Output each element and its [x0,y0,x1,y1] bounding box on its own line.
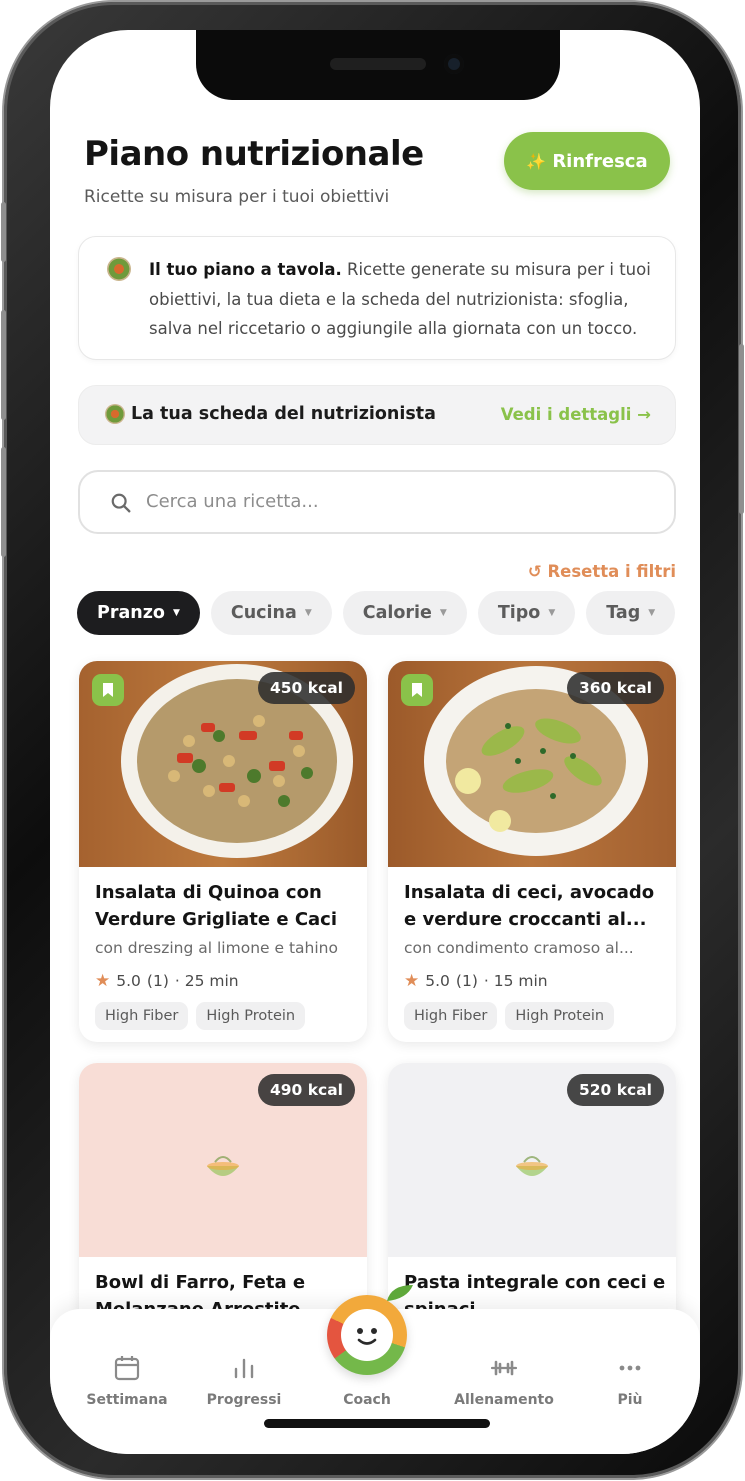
intro-card: Il tuo piano a tavola. Ricette generate … [78,236,676,360]
recipe-image-placeholder: 520 kcal [388,1063,676,1257]
recipe-tags: High Fiber High Protein [95,1002,306,1030]
chip-cucina[interactable]: Cucina ▼ [210,591,332,635]
chevron-down-icon: ▼ [648,608,656,618]
star-icon: ★ [95,971,111,991]
chip-tipo[interactable]: Tipo ▼ [477,591,576,635]
chip-label: Calorie [362,603,432,623]
page-subtitle: Ricette su misura per i tuoi obiettivi [84,187,390,207]
kcal-badge: 360 kcal [566,672,664,704]
tag-badge: High Protein [505,1002,615,1030]
mute-switch [1,202,6,262]
chevron-down-icon: ▼ [304,608,312,618]
intro-bold: Il tuo piano a tavola. [149,260,342,279]
rating-value: 5.0 [425,972,450,990]
prep-time: · 25 min [174,972,239,990]
search-input[interactable] [146,472,646,531]
salad-bowl-icon [105,404,125,424]
bowl-placeholder-icon [207,1156,239,1176]
chevron-down-icon: ▼ [548,608,556,618]
recipe-image-placeholder: 490 kcal [79,1063,367,1257]
volume-down-button [1,447,6,557]
nav-label: Allenamento [454,1392,554,1408]
recipe-subtitle: con condimento cramoso al... [404,939,634,957]
recipe-image: 450 kcal [79,661,367,867]
tag-badge: High Fiber [404,1002,498,1030]
nutritionist-label: La tua scheda del nutrizionista [131,404,436,424]
nav-label: Progressi [206,1392,282,1408]
recipe-image: 360 kcal [388,661,676,867]
reset-filters-label: Resetta i filtri [547,562,676,581]
recipe-title: Insalata di ceci, avocado e verdure croc… [404,882,655,930]
bar-chart-icon [234,1358,254,1379]
prep-time: · 15 min [483,972,548,990]
tag-badge: High Fiber [95,1002,189,1030]
nav-label: Settimana [86,1392,168,1408]
star-icon: ★ [404,971,420,991]
calendar-icon [114,1356,140,1381]
rating-value: 5.0 [116,972,141,990]
volume-up-button [1,310,6,420]
sparkles-icon: ✨ [526,151,547,171]
recipe-card[interactable]: 450 kcal Insalata di Quinoa con Verdure … [79,661,367,1042]
chip-tag[interactable]: Tag ▼ [586,591,676,635]
reset-filters-link[interactable]: ↺ Resetta i filtri [528,562,676,581]
app-screen: Piano nutrizionale Ricette su misura per… [50,30,700,1454]
saved-bookmark-button[interactable] [401,674,433,706]
recipe-meta: ★ 5.0 (1) · 15 min [404,971,548,991]
salad-bowl-icon [107,257,131,281]
speaker-grille [330,58,426,70]
dumbbell-icon [490,1360,518,1376]
recipe-subtitle: con dreszing al limone e tahino [95,939,338,957]
kcal-badge: 450 kcal [257,672,355,704]
chip-pranzo[interactable]: Pranzo ▼ [77,591,200,635]
reset-icon: ↺ [527,562,548,581]
recipe-card[interactable]: 360 kcal Insalata di ceci, avocado e ver… [388,661,676,1042]
refresh-button[interactable]: ✨ Rinfresca [504,132,670,190]
coach-avatar-icon [327,1285,413,1375]
chevron-down-icon: ▼ [172,608,180,618]
rating-count: (1) [455,972,478,990]
chip-label: Cucina [230,603,297,623]
front-camera [444,54,464,74]
nav-label: Più [617,1392,643,1408]
rating-count: (1) [146,972,169,990]
nutritionist-card-row[interactable]: La tua scheda del nutrizionista Vedi i d… [78,385,676,445]
chip-label: Tag [606,603,641,623]
leaf-icon [387,1285,413,1301]
chip-label: Pranzo [97,603,165,623]
coach-face [341,1309,393,1361]
nav-label: Coach [343,1392,391,1408]
smile-face-icon [357,1328,377,1345]
saved-bookmark-button[interactable] [92,674,124,706]
recipe-meta: ★ 5.0 (1) · 25 min [95,971,239,991]
chip-calorie[interactable]: Calorie ▼ [342,591,467,635]
refresh-label: Rinfresca [552,150,648,172]
power-button [739,344,744,514]
search-icon [111,493,131,513]
recipe-tags: High Fiber High Protein [404,1002,615,1030]
intro-text: Il tuo piano a tavola. Ricette generate … [149,255,659,344]
home-indicator[interactable] [264,1419,490,1428]
kcal-badge: 490 kcal [257,1074,355,1106]
search-bar[interactable] [78,470,676,534]
bottom-navigation: Settimana Progressi Coach Allenamento Pi… [50,1285,700,1454]
chevron-down-icon: ▼ [439,608,447,618]
bowl-placeholder-icon [516,1156,548,1176]
phone-frame: Piano nutrizionale Ricette su misura per… [1,2,744,1478]
page-title: Piano nutrizionale [84,134,424,174]
filter-chips: Pranzo ▼ Cucina ▼ Calorie ▼ Tipo ▼ Tag ▼ [77,591,676,635]
bookmark-icon [412,683,422,697]
kcal-badge: 520 kcal [566,1074,664,1106]
recipe-title: Insalata di Quinoa con Verdure Grigliate… [95,882,338,930]
more-dots-icon [619,1365,641,1371]
chip-label: Tipo [497,603,541,623]
tag-badge: High Protein [196,1002,306,1030]
view-details-link[interactable]: Vedi i dettagli → [501,405,651,424]
notch [196,30,560,100]
bookmark-icon [103,683,113,697]
